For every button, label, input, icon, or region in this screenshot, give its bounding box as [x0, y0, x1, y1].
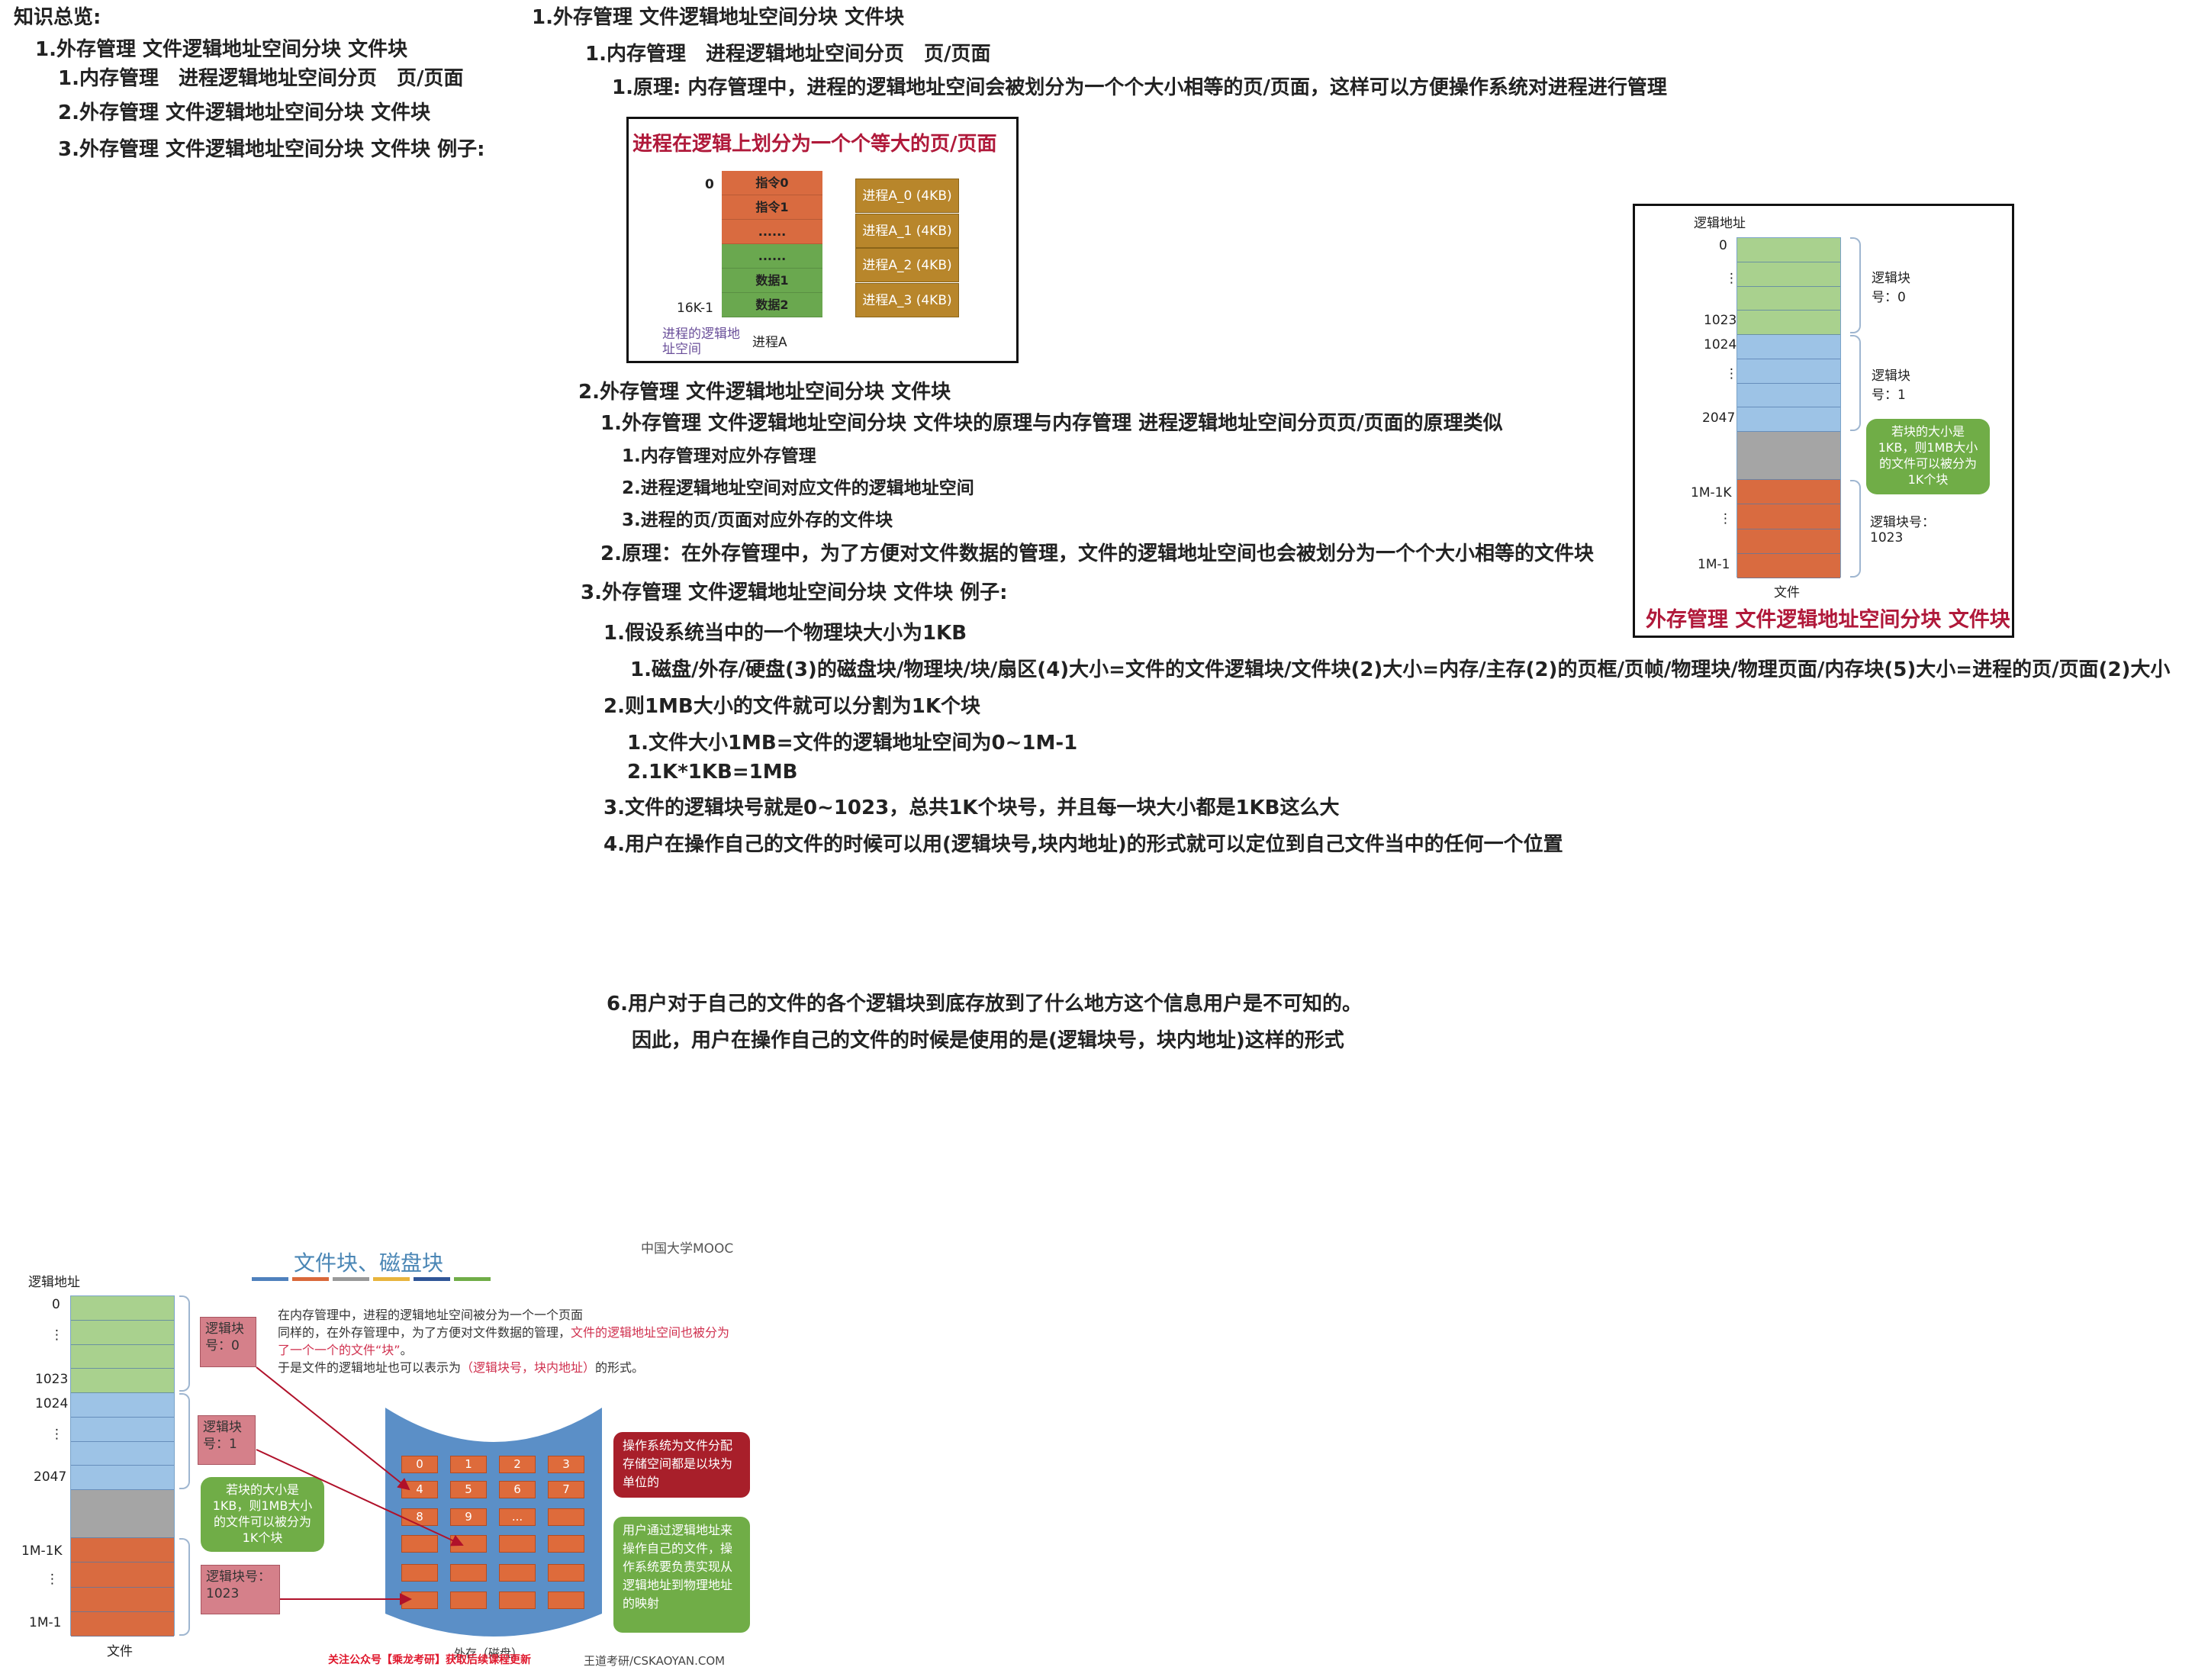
overview-item: 2.外存管理 文件逻辑地址空间分块 文件块: [58, 101, 431, 124]
addr-label: 1M-1: [1698, 557, 1730, 572]
block-row: [1737, 335, 1840, 359]
note-3-3: 3.文件的逻辑块号就是0~1023，总共1K个块号，并且每一块大小都是1KB这么…: [603, 797, 1340, 819]
block-row: [1737, 238, 1840, 262]
addr-label: 0: [1719, 238, 1727, 253]
file-address-column: [1736, 237, 1841, 578]
note-2-1: 1.外存管理 文件逻辑地址空间分块 文件块的原理与内存管理 进程逻辑地址空间分页…: [600, 412, 1503, 435]
address-cell: 指令1: [722, 195, 822, 220]
block-row: [1737, 383, 1840, 408]
address-cell: ......: [722, 244, 822, 269]
brace: [1850, 335, 1861, 431]
slide-file-disk-blocks: 中国大学MOOC 文件块、磁盘块 逻辑地址 0 ⋮ 1023 1024 ⋮ 20…: [0, 1221, 763, 1680]
addr-label: 2047: [1702, 410, 1736, 426]
note-3-2-1: 1.文件大小1MB=文件的逻辑地址空间为0~1M-1: [627, 732, 1078, 755]
block-row: [1737, 407, 1840, 432]
note-6: 6.用户对于自己的文件的各个逻辑块到底存放到了什么地方这个信息用户是不可知的。: [607, 993, 1362, 1015]
heading-1: 1.外存管理 文件逻辑地址空间分块 文件块: [532, 6, 905, 29]
figure-title: 外存管理 文件逻辑地址空间分块 文件块: [1646, 608, 2010, 632]
block-label: 逻辑块号：1023: [1870, 515, 1935, 546]
footer-promo: 关注公众号【乘龙考研】获取后续课程更新: [328, 1654, 531, 1666]
note-2-1-item: 3.进程的页/页面对应外存的文件块: [622, 510, 893, 530]
brace: [1850, 237, 1861, 333]
note-3-1: 1.假设系统当中的一个物理块大小为1KB: [603, 622, 967, 645]
block-row: [1737, 311, 1840, 335]
address-cell: 指令0: [722, 171, 822, 195]
page-block: 进程A_1 (4KB): [855, 213, 959, 248]
block-row: [1737, 432, 1840, 480]
note-principle-memory: 1.原理: 内存管理中，进程的逻辑地址空间会被划分为一个个大小相等的页/页面，这…: [612, 76, 1667, 99]
block-row: [1737, 262, 1840, 287]
block-row: [1737, 286, 1840, 311]
page-block: 进程A_3 (4KB): [855, 282, 959, 317]
addr-label: 1023: [1704, 313, 1737, 328]
brace: [1850, 480, 1861, 578]
block-row: [1737, 359, 1840, 384]
callout-user: 用户通过逻辑地址来操作自己的文件，操作系统要负责实现从逻辑地址到物理地址的映射: [613, 1517, 750, 1633]
dots: ⋮: [1725, 366, 1738, 381]
addr-label: 16K-1: [677, 301, 713, 316]
process-address-column: 指令0 指令1............ 数据1 数据2: [722, 171, 822, 318]
callout-os: 操作系统为文件分配存储空间都是以块为单位的: [613, 1432, 750, 1498]
caption-logical-space: 进程的逻辑地址空间: [662, 327, 740, 357]
note-3-4: 4.用户在操作自己的文件的时候可以用(逻辑块号,块内地址)的形式就可以定位到自己…: [603, 833, 1563, 856]
note-3-2-2: 2.1K*1KB=1MB: [627, 761, 798, 784]
overview-item: 1.外存管理 文件逻辑地址空间分块 文件块: [35, 38, 408, 61]
page-list: 进程A_0 (4KB) 进程A_1 (4KB) 进程A_2 (4KB) 进程A_3 (…: [855, 179, 959, 317]
page-block: 进程A_0 (4KB): [855, 179, 959, 213]
address-cell: ......: [722, 220, 822, 244]
addr-label: 0: [705, 177, 714, 192]
note-6-b: 因此，用户在操作自己的文件的时候是使用的是(逻辑块号，块内地址)这样的形式: [632, 1029, 1344, 1052]
overview-item: 3.外存管理 文件逻辑地址空间分块 文件块 例子:: [58, 138, 485, 161]
block-label: 逻辑块号：0: [1872, 271, 1910, 305]
dots: ⋮: [1719, 511, 1732, 526]
info-bubble: 若块的大小是1KB，则1MB大小的文件可以被分为1K个块: [1866, 419, 1990, 494]
figure-title: 进程在逻辑上划分为一个个等大的页/页面: [632, 133, 997, 156]
caption-process: 进程A: [752, 335, 787, 350]
addr-header: 逻辑地址: [1694, 216, 1746, 231]
block-row: [1737, 553, 1840, 578]
block-row: [1737, 504, 1840, 529]
note-2-1-item: 2.进程逻辑地址空间对应文件的逻辑地址空间: [622, 478, 974, 498]
address-cell: 数据1: [722, 269, 822, 293]
block-row: [1737, 480, 1840, 505]
overview-title: 知识总览:: [14, 6, 101, 29]
footer-site: 王道考研/CSKAOYAN.COM: [584, 1654, 726, 1668]
overview-item: 1.内存管理 进程逻辑地址空间分页 页/页面: [58, 67, 464, 90]
heading-3: 3.外存管理 文件逻辑地址空间分块 文件块 例子:: [581, 581, 1008, 604]
heading-1-1: 1.内存管理 进程逻辑地址空间分页 页/页面: [585, 43, 991, 66]
addr-label: 1024: [1704, 337, 1737, 352]
block-row: [1737, 529, 1840, 554]
figure-process-pages: 进程在逻辑上划分为一个个等大的页/页面 0 16K-1 指令0 指令1......…: [626, 117, 1019, 363]
address-cell: 数据2: [722, 293, 822, 317]
heading-2: 2.外存管理 文件逻辑地址空间分块 文件块: [578, 381, 951, 404]
figure-file-blocks: 逻辑地址 0 ⋮ 1023 1024 ⋮ 2047 1M-1K ⋮ 1M-1 逻…: [1633, 204, 2014, 638]
dots: ⋮: [1725, 271, 1738, 286]
note-2-1-item: 1.内存管理对应外存管理: [622, 446, 816, 466]
addr-label: 1M-1K: [1691, 485, 1732, 500]
note-3-1-1: 1.磁盘/外存/硬盘(3)的磁盘块/物理块/块/扇区(4)大小=文件的文件逻辑块…: [630, 658, 2171, 681]
note-2-2: 2.原理：在外存管理中，为了方便对文件数据的管理，文件的逻辑地址空间也会被划分为…: [600, 542, 1594, 565]
page-block: 进程A_2 (4KB): [855, 248, 959, 282]
block-label: 逻辑块号：1: [1872, 369, 1910, 403]
note-3-2: 2.则1MB大小的文件就可以分割为1K个块: [603, 695, 980, 718]
file-label: 文件: [1774, 585, 1800, 600]
